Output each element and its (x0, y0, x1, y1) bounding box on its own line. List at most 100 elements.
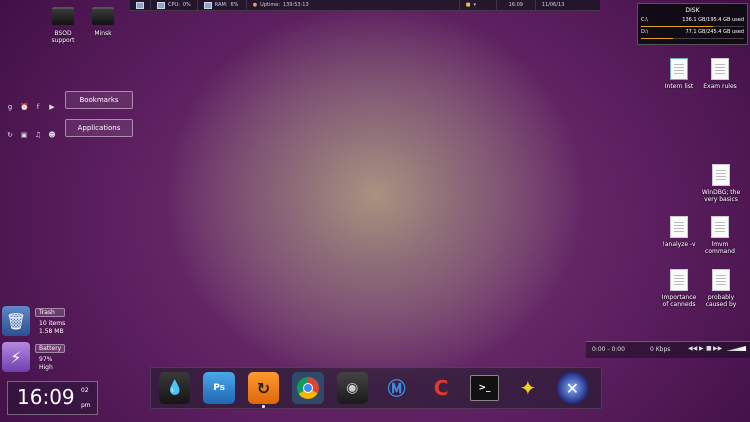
application-shortcuts: ↻ ▣ ♫ ☻ (6, 122, 62, 141)
refresh-icon: ↻ (256, 378, 271, 398)
rainmeter-icon: 💧 (165, 380, 184, 396)
clock-widget: 16:09 02 pm (7, 381, 98, 415)
document-icon (711, 58, 729, 80)
disk-title: DISK (685, 7, 700, 14)
dropdown-arrow-icon: ▾ (473, 2, 477, 8)
clock-time: 16:09 (17, 385, 75, 409)
battery-status: High (39, 364, 53, 371)
bookmarks-button[interactable]: Bookmarks (65, 91, 133, 109)
ram-icon (203, 1, 212, 9)
dock-item-ccleaner[interactable]: C (425, 372, 456, 404)
battery-icon[interactable]: ⚡ (2, 342, 30, 372)
document-icon (712, 164, 730, 186)
uptime-label: Uptime: (260, 2, 280, 8)
trash-title: Trash (35, 308, 65, 317)
uptime-meter: ● Uptime: 139:53:13 (247, 0, 460, 10)
dock-item-refresh-app[interactable]: ↻ (247, 372, 280, 404)
clock-icon[interactable]: ⏰ (20, 103, 29, 111)
battery-title: Battery (35, 344, 65, 353)
desktop-icon-label: Intern list (664, 83, 694, 90)
google-icon[interactable]: g (6, 103, 14, 111)
music-icon[interactable]: ♫ (34, 131, 42, 139)
folder-icon (92, 7, 114, 25)
stop-icon[interactable]: ■ (706, 345, 712, 352)
drive-bar-track (641, 26, 744, 27)
dock-item-photoshop[interactable]: Ps (203, 372, 235, 404)
desktop-icon-label: probably caused by (705, 294, 737, 308)
battery-percent: 97% (39, 356, 53, 363)
dock-item-rainmeter[interactable]: 💧 (159, 372, 191, 404)
folder-menu[interactable]: ■ ▾ (460, 0, 497, 10)
document-icon (712, 269, 730, 291)
drive-bar-fill (641, 26, 714, 27)
drive-row-c: C:\ 136.1 GB/195.4 GB used (641, 17, 744, 28)
ram-meter: RAM: 6% (198, 0, 247, 10)
cpu-icon (157, 1, 165, 9)
desktop-icon-analyze[interactable]: !analyze -v (660, 216, 698, 248)
next-icon[interactable]: ▶▶ (713, 345, 722, 352)
ram-value: 6% (230, 2, 239, 8)
dock-item-compass-app[interactable]: ✕ (556, 372, 588, 404)
chrome-icon (296, 377, 319, 399)
topbar-date: 11/06/13 (541, 2, 565, 8)
users-icon[interactable]: ☻ (48, 131, 56, 139)
drive-bar-fill (641, 38, 673, 39)
drive-usage: 77.1 GB/245.4 GB used (685, 29, 744, 35)
previous-icon[interactable]: ◀◀ (688, 345, 697, 352)
document-icon (670, 269, 688, 291)
spreadsheet-icon (670, 58, 688, 80)
drive-usage: 136.1 GB/195.4 GB used (682, 17, 744, 23)
document-icon (670, 216, 688, 238)
bookmark-shortcuts: g ⏰ f ▶ (6, 94, 62, 113)
drive-row-d: D:\ 77.1 GB/245.4 GB used (641, 29, 744, 40)
youtube-icon[interactable]: ▶ (48, 103, 56, 111)
desktop-icon-label: Exam rules (703, 83, 737, 90)
play-icon[interactable]: ▶ (699, 345, 704, 352)
trash-icon[interactable]: 🗑 (2, 306, 30, 336)
menu-segment[interactable] (130, 0, 151, 10)
media-player: 0:00 - 0:00 0 Kbps ◀◀ ▶ ■ ▶▶ (586, 341, 750, 358)
desktop-icon-importance[interactable]: Importance of canneds (658, 269, 700, 308)
desktop-icon-intern-list[interactable]: Intern list (664, 58, 694, 90)
topbar-time: 16:09 (497, 0, 536, 10)
ccleaner-icon: C (433, 376, 449, 400)
desktop-icon-lmvm[interactable]: lmvm command (702, 216, 738, 255)
trash-size: 1.58 MB (39, 328, 64, 335)
dock-item-malwarebytes[interactable]: Ⓜ (381, 372, 412, 404)
desktop-icon-label: lmvm command (705, 241, 735, 255)
top-status-bar: CPU: 0% RAM: 6% ● Uptime: 139:53:13 ■ ▾ … (130, 0, 600, 11)
drive-name: D:\ (641, 29, 649, 35)
volume-slider[interactable] (726, 346, 746, 351)
desktop-icon-probably[interactable]: probably caused by (700, 269, 742, 308)
terminal-icon: >_ (478, 383, 491, 393)
cpu-label: CPU: (168, 2, 180, 8)
document-icon (711, 216, 729, 238)
refresh-icon[interactable]: ↻ (6, 131, 14, 139)
running-indicator (262, 405, 265, 408)
trash-items: 10 items (39, 320, 66, 327)
cpu-meter: CPU: 0% (151, 0, 198, 10)
desktop-icon-minsk[interactable]: Minsk (88, 7, 118, 37)
desktop-icon-label: !analyze -v (662, 241, 696, 248)
photoshop-icon: Ps (213, 383, 225, 393)
window-icon (136, 1, 144, 9)
dock-item-terminal[interactable]: >_ (469, 375, 500, 401)
dock-item-puzzle-app[interactable]: ✦ (512, 372, 543, 404)
desktop-icon-exam-rules[interactable]: Exam rules (703, 58, 737, 90)
desktop-icon-windbg[interactable]: WinDBG; the very basics (700, 164, 742, 203)
cpu-value: 0% (182, 2, 191, 8)
dock-item-chrome[interactable] (292, 372, 324, 404)
dock-item-speaker[interactable]: ◉ (336, 372, 368, 404)
uptime-icon: ● (252, 2, 258, 8)
applications-label: Applications (77, 124, 121, 132)
desktop-icon-label: BSOD support (51, 30, 75, 44)
clock-ampm: pm (81, 402, 91, 409)
desktop-icon-label: Minsk (94, 30, 112, 37)
player-time: 0:00 - 0:00 (592, 346, 625, 353)
disk-widget: DISK C:\ 136.1 GB/195.4 GB used D:\ 77.1… (637, 3, 748, 45)
facebook-icon[interactable]: f (34, 103, 42, 111)
film-icon[interactable]: ▣ (20, 131, 28, 139)
drive-name: C:\ (641, 17, 648, 23)
desktop-icon-bsod-support[interactable]: BSOD support (47, 7, 79, 44)
applications-button[interactable]: Applications (65, 119, 133, 137)
